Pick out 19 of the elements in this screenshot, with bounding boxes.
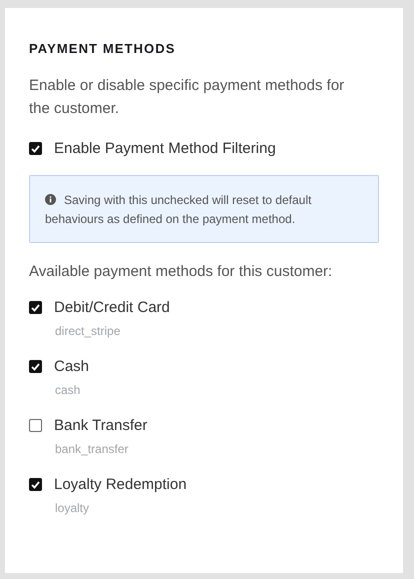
checkbox-label[interactable]: Bank Transfer bbox=[54, 417, 148, 434]
method-code: cash bbox=[55, 383, 80, 397]
checkbox[interactable] bbox=[29, 360, 42, 373]
method-code: bank_transfer bbox=[55, 442, 128, 456]
info-icon bbox=[45, 194, 56, 205]
checkbox[interactable] bbox=[29, 142, 42, 155]
checkbox-label[interactable]: Cash bbox=[54, 358, 90, 375]
checkbox[interactable] bbox=[29, 301, 42, 314]
section-title: PAYMENT METHODS bbox=[29, 41, 176, 56]
methods-label: Available payment methods for this customer: bbox=[29, 263, 332, 280]
checkbox[interactable] bbox=[29, 419, 42, 432]
checkbox-label[interactable]: Enable Payment Method Filtering bbox=[54, 140, 276, 157]
description-text: Enable or disable specific payment methods for the customer. bbox=[29, 76, 346, 119]
method-code: loyalty bbox=[55, 501, 90, 515]
checkbox-label[interactable]: Debit/Credit Card bbox=[54, 299, 170, 316]
method-code: direct_stripe bbox=[55, 324, 120, 338]
info-notice: Saving with this unchecked will reset to default behaviours as defined on the payment method. bbox=[29, 175, 379, 243]
checkbox[interactable] bbox=[29, 478, 42, 491]
checkbox-label[interactable]: Loyalty Redemption bbox=[54, 476, 187, 493]
